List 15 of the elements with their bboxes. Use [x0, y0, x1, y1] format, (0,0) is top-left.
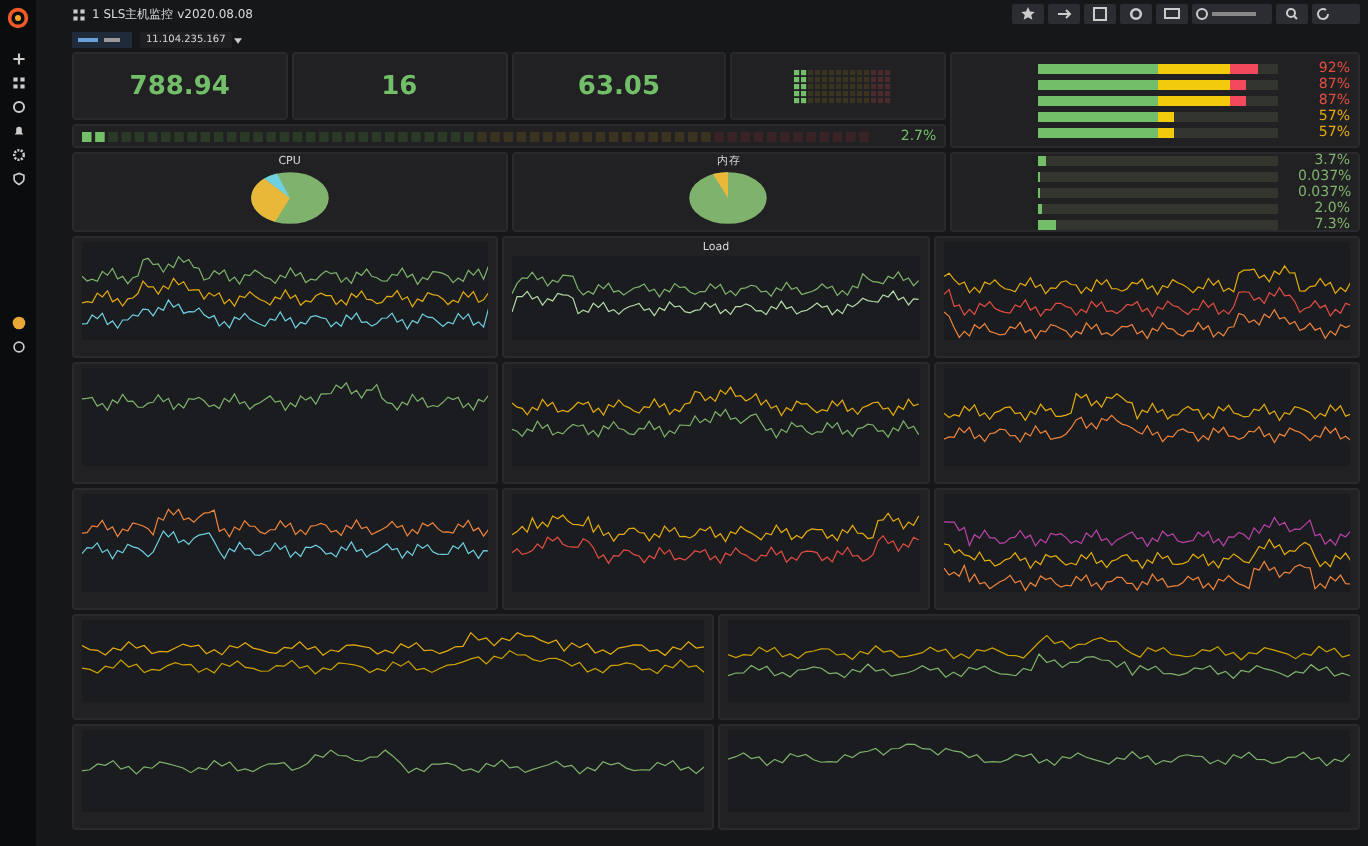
caret-icon: [233, 37, 242, 43]
dashboard-icon[interactable]: [11, 76, 25, 90]
monitor-icon[interactable]: [1156, 4, 1188, 24]
stat-value: 16: [381, 71, 418, 101]
stat-value: 63.05: [577, 71, 661, 101]
user-avatar-icon[interactable]: [11, 316, 25, 330]
stat-value: 788.94: [129, 71, 230, 101]
dashboard-grid-icon: [72, 7, 86, 21]
share-icon[interactable]: [1048, 4, 1080, 24]
logo-icon[interactable]: [6, 6, 30, 30]
plus-icon[interactable]: [11, 52, 25, 66]
bell-icon[interactable]: [11, 124, 25, 138]
refresh-icon[interactable]: [1312, 4, 1360, 24]
shield-icon[interactable]: [11, 172, 25, 186]
search-icon[interactable]: [1276, 4, 1308, 24]
